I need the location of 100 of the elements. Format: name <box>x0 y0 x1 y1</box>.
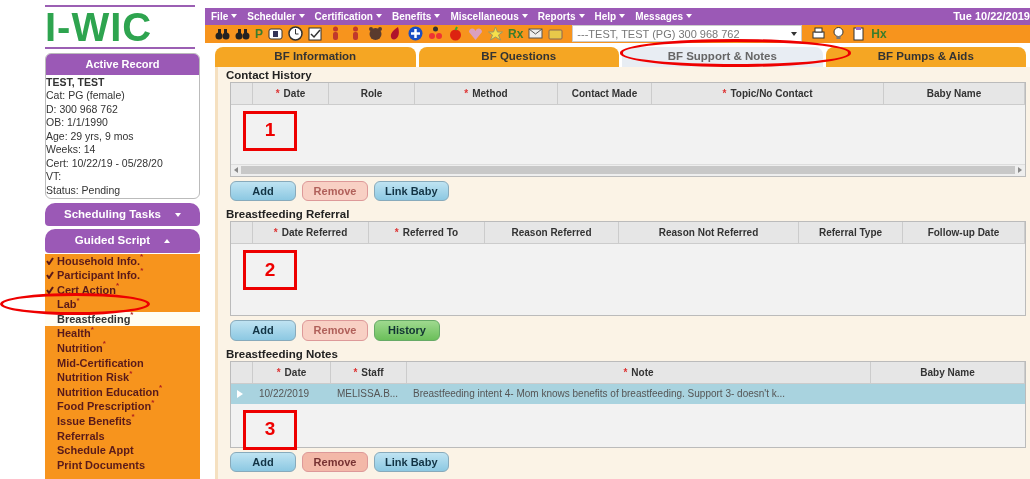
clock-icon[interactable] <box>288 26 303 42</box>
column-header[interactable]: Baby Name <box>871 361 1025 383</box>
caret-icon <box>174 211 181 218</box>
column-header[interactable]: Follow-up Date <box>903 222 1025 243</box>
clipboard-icon[interactable] <box>851 26 867 42</box>
envelope-icon[interactable] <box>528 26 544 42</box>
binoculars-icon[interactable] <box>215 26 230 42</box>
script-item[interactable]: Food Prescription$^{*}$ <box>45 399 200 415</box>
column-header[interactable]: Baby Name <box>884 82 1025 104</box>
table-cell-text: MELISSA.B... <box>336 387 400 401</box>
scroll-left-icon <box>234 167 238 173</box>
record-field: Status: Pending <box>46 183 199 197</box>
table-cell-text: 10/22/2019 <box>258 387 311 401</box>
script-item[interactable]: Nutrition$^{*}$ <box>45 341 200 356</box>
tab[interactable]: BF Questions <box>418 47 619 67</box>
callout-number: 3 <box>243 409 297 450</box>
menu-item[interactable]: Scheduler <box>247 8 305 24</box>
script-item[interactable]: Schedule Appt <box>45 443 200 458</box>
record-field: OB: 1/1/1990 <box>46 116 199 130</box>
column-header[interactable]: Date <box>284 364 307 380</box>
card-icon[interactable] <box>268 26 283 42</box>
menu-item[interactable]: Reports <box>537 8 585 24</box>
table-row[interactable]: 10/22/2019 MELISSA.B... Breastfeeding intent 4- Mom knows benefits of breastfeeding. Support 3- doesn't k... <box>231 383 1025 404</box>
tab[interactable]: BF Support & Notes <box>622 47 823 67</box>
participant-select[interactable]: ---TEST, TEST (PG) 300 968 762 <box>572 25 803 43</box>
column-header[interactable]: Referral Type <box>799 222 903 243</box>
required-mark: * <box>464 86 469 101</box>
scrollbar[interactable] <box>231 163 1025 176</box>
script-item[interactable]: Breastfeeding$^{*}$ <box>45 311 200 327</box>
checkbox-icon[interactable] <box>308 26 323 42</box>
section-title: Breastfeeding Referral <box>226 208 351 221</box>
binoculars-icon[interactable] <box>235 26 250 42</box>
required-mark: * <box>623 365 628 380</box>
column-header[interactable]: Method <box>472 85 508 101</box>
tab[interactable]: BF Information <box>215 47 416 67</box>
bear-icon[interactable] <box>368 26 383 42</box>
action-button[interactable]: Add <box>230 180 296 201</box>
required-mark: * <box>722 86 727 101</box>
menu-item[interactable]: File <box>211 8 238 24</box>
column-header[interactable]: Date Referred <box>281 225 348 240</box>
menu-item[interactable]: Messages <box>635 8 693 24</box>
action-button[interactable]: Add <box>230 451 296 472</box>
table-cell-text: Breastfeeding intent 4- Mom knows benefits of breastfeeding. Support 3- doesn't k... <box>412 387 787 401</box>
script-item[interactable]: Household Info.$^{*}$ <box>45 253 200 269</box>
menu-item[interactable]: Benefits <box>391 8 441 24</box>
people-icon[interactable] <box>428 26 443 42</box>
menu-item[interactable]: Miscellaneous <box>450 8 528 24</box>
column-header[interactable]: Topic/No Contact <box>730 85 813 101</box>
required-mark: * <box>275 86 280 101</box>
column-header[interactable]: Date <box>283 85 306 101</box>
row-pointer-icon <box>237 390 243 399</box>
column-header[interactable]: Contact Made <box>558 82 652 104</box>
column-header[interactable]: Reason Not Referred <box>619 222 799 243</box>
required-mark: * <box>273 226 278 240</box>
menu-item[interactable]: Certification <box>314 8 382 24</box>
tab[interactable]: BF Pumps & Aids <box>825 47 1026 67</box>
record-field: Weeks: 14 <box>46 143 199 157</box>
required-mark: * <box>394 226 399 240</box>
required-mark: * <box>353 365 358 380</box>
scroll-right-icon <box>1018 167 1022 173</box>
script-item[interactable]: Referrals <box>45 428 200 444</box>
column-header[interactable]: Referred To <box>402 225 459 240</box>
plus-icon[interactable] <box>408 26 423 42</box>
bulb-icon[interactable] <box>831 26 847 42</box>
caret-icon <box>521 13 528 20</box>
caret-icon <box>619 13 626 20</box>
caret-icon <box>791 30 798 37</box>
script-item[interactable]: Issue Benefits$^{*}$ <box>45 414 200 429</box>
guided-script-button[interactable]: Guided Script <box>45 229 200 253</box>
caret-icon <box>231 13 238 20</box>
record-field: VT: <box>46 170 199 184</box>
column-header[interactable]: Role <box>329 82 415 104</box>
scheduling-tasks-button[interactable]: Scheduling Tasks <box>45 203 200 227</box>
script-item[interactable]: Nutrition Education$^{*}$ <box>45 384 200 400</box>
script-item[interactable]: Health$^{*}$ <box>45 326 200 342</box>
script-item[interactable]: Mid-Certification <box>45 355 200 371</box>
action-button[interactable]: History <box>374 320 440 341</box>
action-button[interactable]: Add <box>230 320 296 341</box>
column-header[interactable]: Staff <box>361 364 384 380</box>
script-item[interactable]: Print Documents <box>45 457 200 473</box>
script-item[interactable]: Cert Action$^{*}$ <box>45 282 200 298</box>
menu-item[interactable]: Help <box>594 8 626 24</box>
script-item[interactable]: Nutrition Risk$^{*}$ <box>45 370 200 385</box>
action-button[interactable]: Remove <box>302 451 368 472</box>
caret-icon <box>578 13 585 20</box>
caret-icon <box>686 13 693 20</box>
script-item[interactable]: Participant Info.$^{*}$ <box>45 268 200 283</box>
action-button[interactable]: Link Baby <box>374 180 449 201</box>
action-button[interactable]: Link Baby <box>374 451 449 472</box>
caret-icon <box>298 13 305 20</box>
column-header[interactable]: Reason Referred <box>485 222 619 243</box>
column-header[interactable]: Note <box>631 364 654 380</box>
star-icon[interactable] <box>488 26 503 42</box>
record-field: D: 300 968 762 <box>46 102 199 116</box>
script-item[interactable]: Lab$^{*}$ <box>45 297 200 312</box>
section-title: Breastfeeding Notes <box>226 347 339 361</box>
printer-icon[interactable] <box>811 26 827 42</box>
section-title: Contact History <box>226 68 313 82</box>
panel-title: Active Record <box>46 54 199 75</box>
record-name: TEST, TEST <box>46 75 106 89</box>
